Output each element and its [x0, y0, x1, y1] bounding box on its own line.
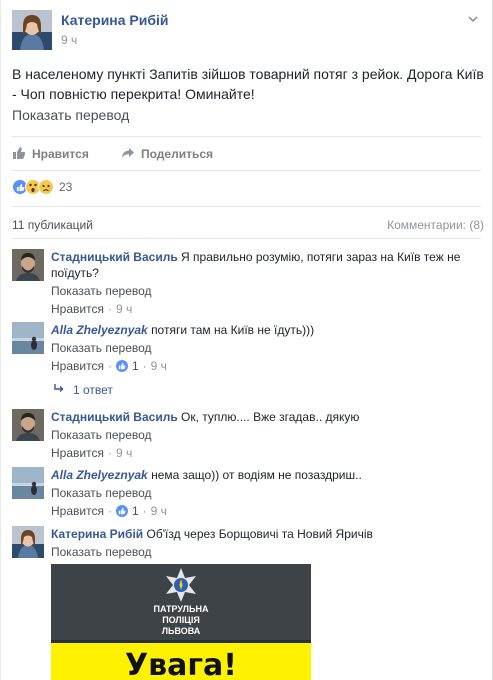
police-caption: ПАТРУЛЬНА ПОЛІЦІЯ ЛЬВОВА: [51, 604, 311, 637]
commenter-avatar[interactable]: [12, 467, 44, 499]
comment-like-button[interactable]: Нравится: [51, 301, 104, 317]
show-translation-link[interactable]: Показать перевод: [51, 485, 483, 501]
comment-author[interactable]: Стадницький Василь: [51, 410, 178, 424]
replies-count: 1 ответ: [73, 382, 113, 397]
separator-dot: ·: [107, 504, 112, 518]
alert-heading: Увага!: [125, 648, 237, 680]
comment-like-count[interactable]: 1: [132, 503, 139, 519]
comment-like-count[interactable]: 1: [132, 358, 139, 374]
comment-text: Ок, туплю.... Вже згадав.. дякую: [181, 410, 360, 424]
comment-author[interactable]: Катерина Рибій: [51, 527, 143, 541]
show-translation-link[interactable]: Показать перевод: [51, 283, 483, 299]
police-star-icon: [161, 566, 201, 606]
share-label: Поделиться: [141, 147, 214, 161]
divider: [12, 170, 481, 171]
police-caption-line: ПОЛІЦІЯ: [162, 615, 200, 625]
police-caption-line: ЛЬВОВА: [161, 626, 201, 636]
comment-text: потяги там на Київ не їдуть))): [151, 323, 315, 337]
commenter-avatar[interactable]: [12, 526, 44, 558]
divider: [12, 136, 481, 137]
comment-like-button[interactable]: Нравится: [51, 503, 104, 519]
commenter-avatar[interactable]: [12, 322, 44, 354]
separator-dot: ·: [107, 302, 112, 316]
share-button[interactable]: Поделиться: [121, 145, 213, 163]
comment-timestamp[interactable]: 9 ч: [151, 358, 167, 374]
comment-meta: Нравится · 9 ч: [51, 445, 483, 461]
post-author-name[interactable]: Катерина Рибій: [61, 12, 169, 28]
post-timestamp[interactable]: 9 ч: [61, 33, 77, 47]
police-caption-line: ПАТРУЛЬНА: [153, 604, 209, 614]
comment-like-button[interactable]: Нравится: [51, 445, 104, 461]
divider: [12, 206, 481, 207]
comment-author[interactable]: Стадницький Василь: [51, 250, 178, 264]
view-replies-link[interactable]: 1 ответ: [53, 382, 113, 397]
comment-timestamp[interactable]: 9 ч: [151, 503, 167, 519]
separator-dot: ·: [142, 359, 147, 373]
commenter-avatar[interactable]: [12, 409, 44, 441]
comment-author[interactable]: Alla Zhelyeznyak: [51, 323, 148, 337]
chevron-down-icon[interactable]: [466, 12, 480, 26]
show-translation-link[interactable]: Показать перевод: [51, 427, 483, 443]
divider: [12, 238, 481, 239]
police-banner-stripe: [51, 640, 311, 643]
comment-timestamp[interactable]: 9 ч: [116, 445, 132, 461]
show-translation-link[interactable]: Показать перевод: [12, 107, 129, 123]
separator-dot: ·: [107, 359, 112, 373]
comment-meta: Нравится · 9 ч: [51, 301, 483, 317]
like-label: Нравится: [32, 147, 89, 161]
commenter-avatar[interactable]: [12, 249, 44, 281]
comment-text: нема защо)) от водіям не позаздриш..: [151, 468, 362, 482]
post-card: Катерина Рибій 9 ч В населеному пункті З…: [0, 0, 493, 680]
comment-timestamp[interactable]: 9 ч: [116, 301, 132, 317]
separator-dot: ·: [142, 504, 147, 518]
show-translation-link[interactable]: Показать перевод: [51, 544, 483, 560]
comment-attachment-image[interactable]: ПАТРУЛЬНА ПОЛІЦІЯ ЛЬВОВА Увага!: [51, 564, 311, 680]
like-count-icon: [115, 505, 128, 517]
thumbs-up-icon: [12, 146, 26, 163]
like-button[interactable]: Нравится: [12, 145, 89, 163]
separator-dot: ·: [107, 446, 112, 460]
publications-count[interactable]: 11 публикаций: [12, 218, 93, 232]
reactions-summary[interactable]: 23: [12, 179, 72, 195]
share-arrow-icon: [121, 146, 135, 163]
post-text: В населеному пункті Запитів зійшов товар…: [12, 66, 484, 102]
author-avatar[interactable]: [12, 10, 52, 50]
comments-count[interactable]: Комментарии: (8): [387, 218, 484, 232]
like-count-icon: [115, 360, 128, 372]
sad-reaction-icon: [38, 179, 54, 195]
comment-meta: Нравится · 1 · 9 ч: [51, 358, 483, 374]
show-translation-link[interactable]: Показать перевод: [51, 340, 483, 356]
comment-like-button[interactable]: Нравится: [51, 358, 104, 374]
comment-text: Об'їзд через Борщовичі та Новий Яричів: [146, 527, 373, 541]
comment-author[interactable]: Alla Zhelyeznyak: [51, 468, 148, 482]
reactions-count: 23: [59, 180, 73, 194]
reply-arrow-icon: [53, 382, 65, 397]
comment-meta: Нравится · 1 · 9 ч: [51, 503, 483, 519]
